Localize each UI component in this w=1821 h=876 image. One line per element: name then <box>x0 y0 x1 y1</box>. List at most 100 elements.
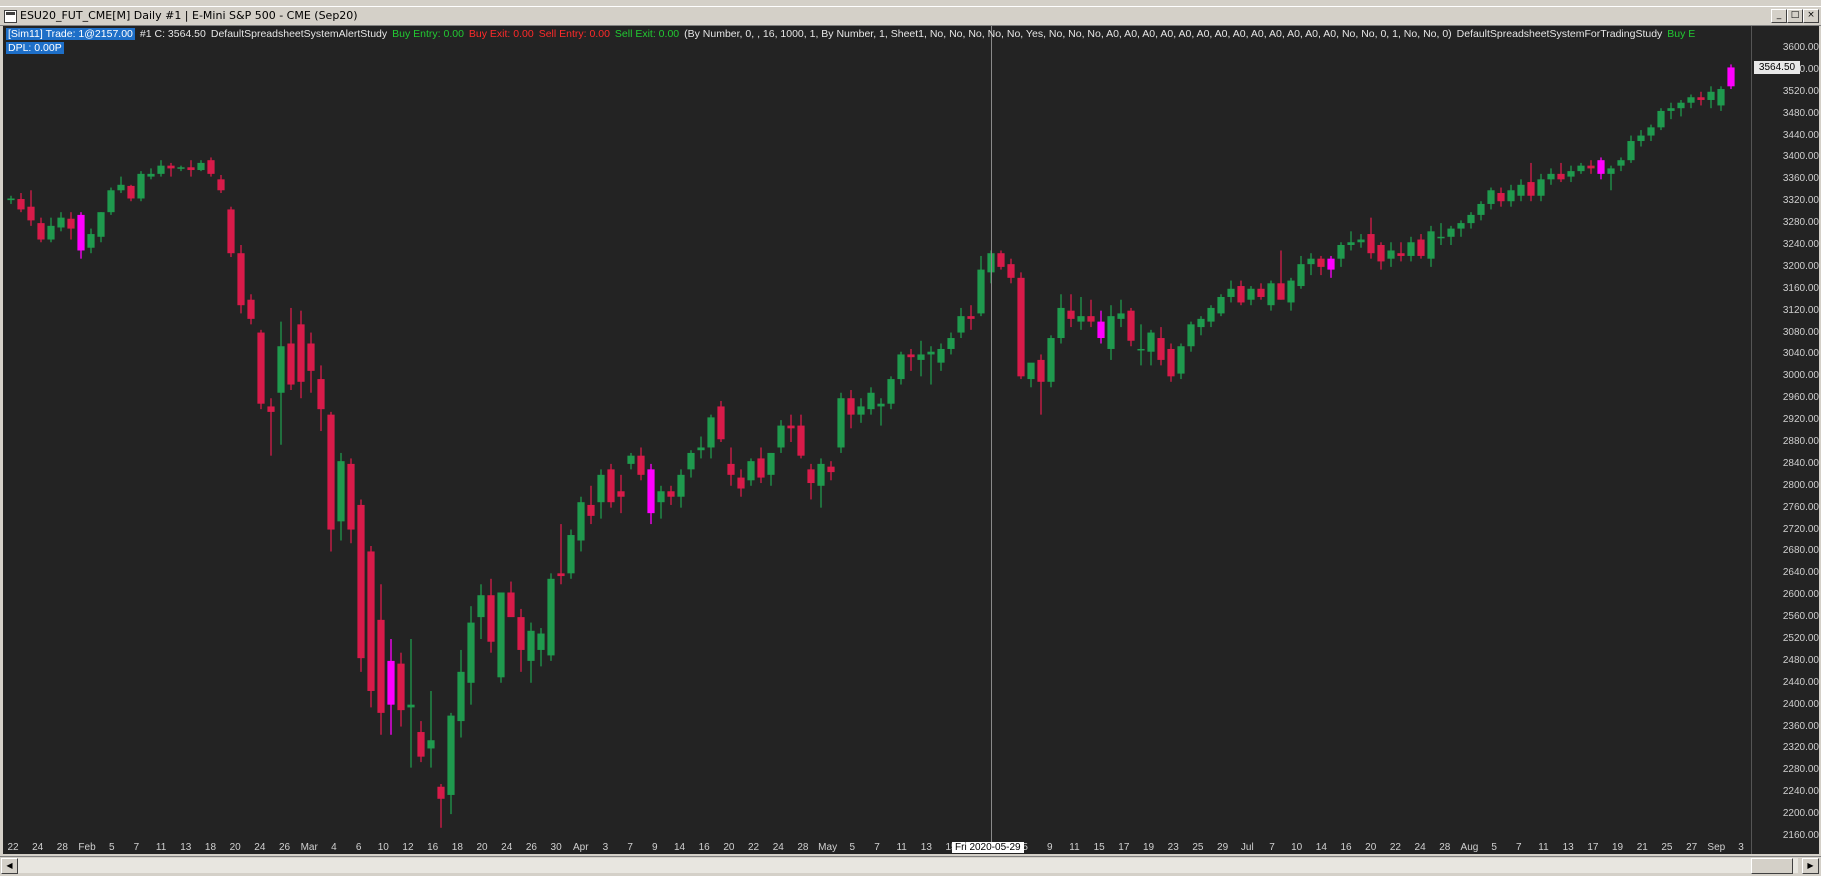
candle[interactable] <box>1387 242 1395 267</box>
candle[interactable] <box>927 346 935 385</box>
minimize-button[interactable]: _ <box>1771 9 1787 23</box>
candle[interactable] <box>407 639 415 768</box>
candle[interactable] <box>647 463 655 525</box>
candle[interactable] <box>1497 187 1505 207</box>
candle[interactable] <box>567 529 575 579</box>
candle[interactable] <box>237 245 245 314</box>
candle[interactable] <box>607 463 615 508</box>
candle[interactable] <box>957 307 965 339</box>
candle[interactable] <box>457 649 465 738</box>
candle[interactable] <box>1597 157 1605 180</box>
candle[interactable] <box>77 212 85 259</box>
candle[interactable] <box>1107 305 1115 360</box>
candle[interactable] <box>17 193 25 213</box>
price-axis[interactable]: 3600.00 3560.00 3520.00 3480.00 3440.00 3400.… <box>1751 26 1819 854</box>
candle[interactable] <box>1527 162 1535 202</box>
candle[interactable] <box>797 414 805 459</box>
candle[interactable] <box>1607 165 1615 191</box>
candle[interactable] <box>507 581 515 618</box>
candle[interactable] <box>1587 160 1595 174</box>
candle[interactable] <box>107 187 115 215</box>
candle[interactable] <box>147 168 155 180</box>
candle[interactable] <box>1397 242 1405 262</box>
candle[interactable] <box>537 628 545 667</box>
candle[interactable] <box>867 387 875 415</box>
window-icon[interactable] <box>4 10 17 23</box>
candle[interactable] <box>257 329 265 410</box>
candle[interactable] <box>1207 305 1215 328</box>
candle[interactable] <box>1347 231 1355 251</box>
candle[interactable] <box>27 190 35 226</box>
candle[interactable] <box>777 420 785 453</box>
candle[interactable] <box>37 217 45 243</box>
candle[interactable] <box>937 343 945 371</box>
candle[interactable] <box>1177 343 1185 380</box>
candle[interactable] <box>467 606 475 705</box>
candle[interactable] <box>897 351 905 385</box>
candle[interactable] <box>1117 299 1125 328</box>
candle[interactable] <box>477 584 485 639</box>
date-axis[interactable]: 22 24 28 Feb 5 7 11 13 18 20 24 26 Mar 4 6 10 12 16 18 20 24… <box>3 842 1751 854</box>
candle[interactable] <box>117 176 125 194</box>
candle[interactable] <box>1717 86 1725 111</box>
candle[interactable] <box>1477 201 1485 221</box>
candle[interactable] <box>217 174 225 194</box>
candle[interactable] <box>1697 91 1705 106</box>
candle[interactable] <box>1257 283 1265 300</box>
candle[interactable] <box>207 157 215 177</box>
candle[interactable] <box>397 652 405 727</box>
candle[interactable] <box>1427 225 1435 267</box>
candle[interactable] <box>347 458 355 544</box>
candle[interactable] <box>47 217 55 243</box>
candle[interactable] <box>247 294 255 325</box>
candle[interactable] <box>1227 280 1235 303</box>
candle[interactable] <box>977 255 985 317</box>
candle[interactable] <box>847 390 855 429</box>
candle[interactable] <box>57 212 65 232</box>
candle[interactable] <box>807 463 815 500</box>
candle[interactable] <box>1407 236 1415 262</box>
candle[interactable] <box>557 524 565 585</box>
candle[interactable] <box>1657 108 1665 131</box>
candle[interactable] <box>277 321 285 445</box>
candle[interactable] <box>97 212 105 243</box>
candle[interactable] <box>1667 102 1675 120</box>
candle[interactable] <box>737 469 745 497</box>
candle[interactable] <box>1467 212 1475 229</box>
candle[interactable] <box>1137 324 1145 366</box>
candle[interactable] <box>657 485 665 519</box>
candle[interactable] <box>1187 321 1195 352</box>
candle[interactable] <box>327 411 335 552</box>
candle[interactable] <box>637 447 645 481</box>
candle[interactable] <box>357 499 365 672</box>
candle[interactable] <box>1447 225 1455 245</box>
candle[interactable] <box>187 160 195 177</box>
candle[interactable] <box>87 228 95 254</box>
candle[interactable] <box>1507 184 1515 207</box>
horizontal-scrollbar[interactable]: ◀ ▶ <box>0 856 1821 875</box>
candle[interactable] <box>7 195 15 204</box>
candle[interactable] <box>1197 316 1205 336</box>
candle[interactable] <box>1027 362 1035 388</box>
candle[interactable] <box>1077 296 1085 330</box>
candle[interactable] <box>487 578 495 653</box>
candle[interactable] <box>677 469 685 508</box>
scroll-thumb[interactable] <box>1751 858 1793 874</box>
candle[interactable] <box>967 305 975 330</box>
candle[interactable] <box>1287 277 1295 311</box>
candle[interactable] <box>1537 173 1545 202</box>
candle[interactable] <box>1337 242 1345 267</box>
candle[interactable] <box>1687 94 1695 109</box>
candle[interactable] <box>1417 234 1425 259</box>
candle[interactable] <box>1547 168 1555 185</box>
candle[interactable] <box>1377 242 1385 270</box>
close-button[interactable]: × <box>1803 9 1819 23</box>
candle[interactable] <box>1047 335 1055 388</box>
candle[interactable] <box>1087 299 1095 328</box>
candle[interactable] <box>1327 255 1335 278</box>
candle[interactable] <box>527 622 535 683</box>
candle[interactable] <box>887 376 895 410</box>
candle[interactable] <box>67 212 75 240</box>
candle[interactable] <box>1147 329 1155 366</box>
candle[interactable] <box>227 206 235 258</box>
